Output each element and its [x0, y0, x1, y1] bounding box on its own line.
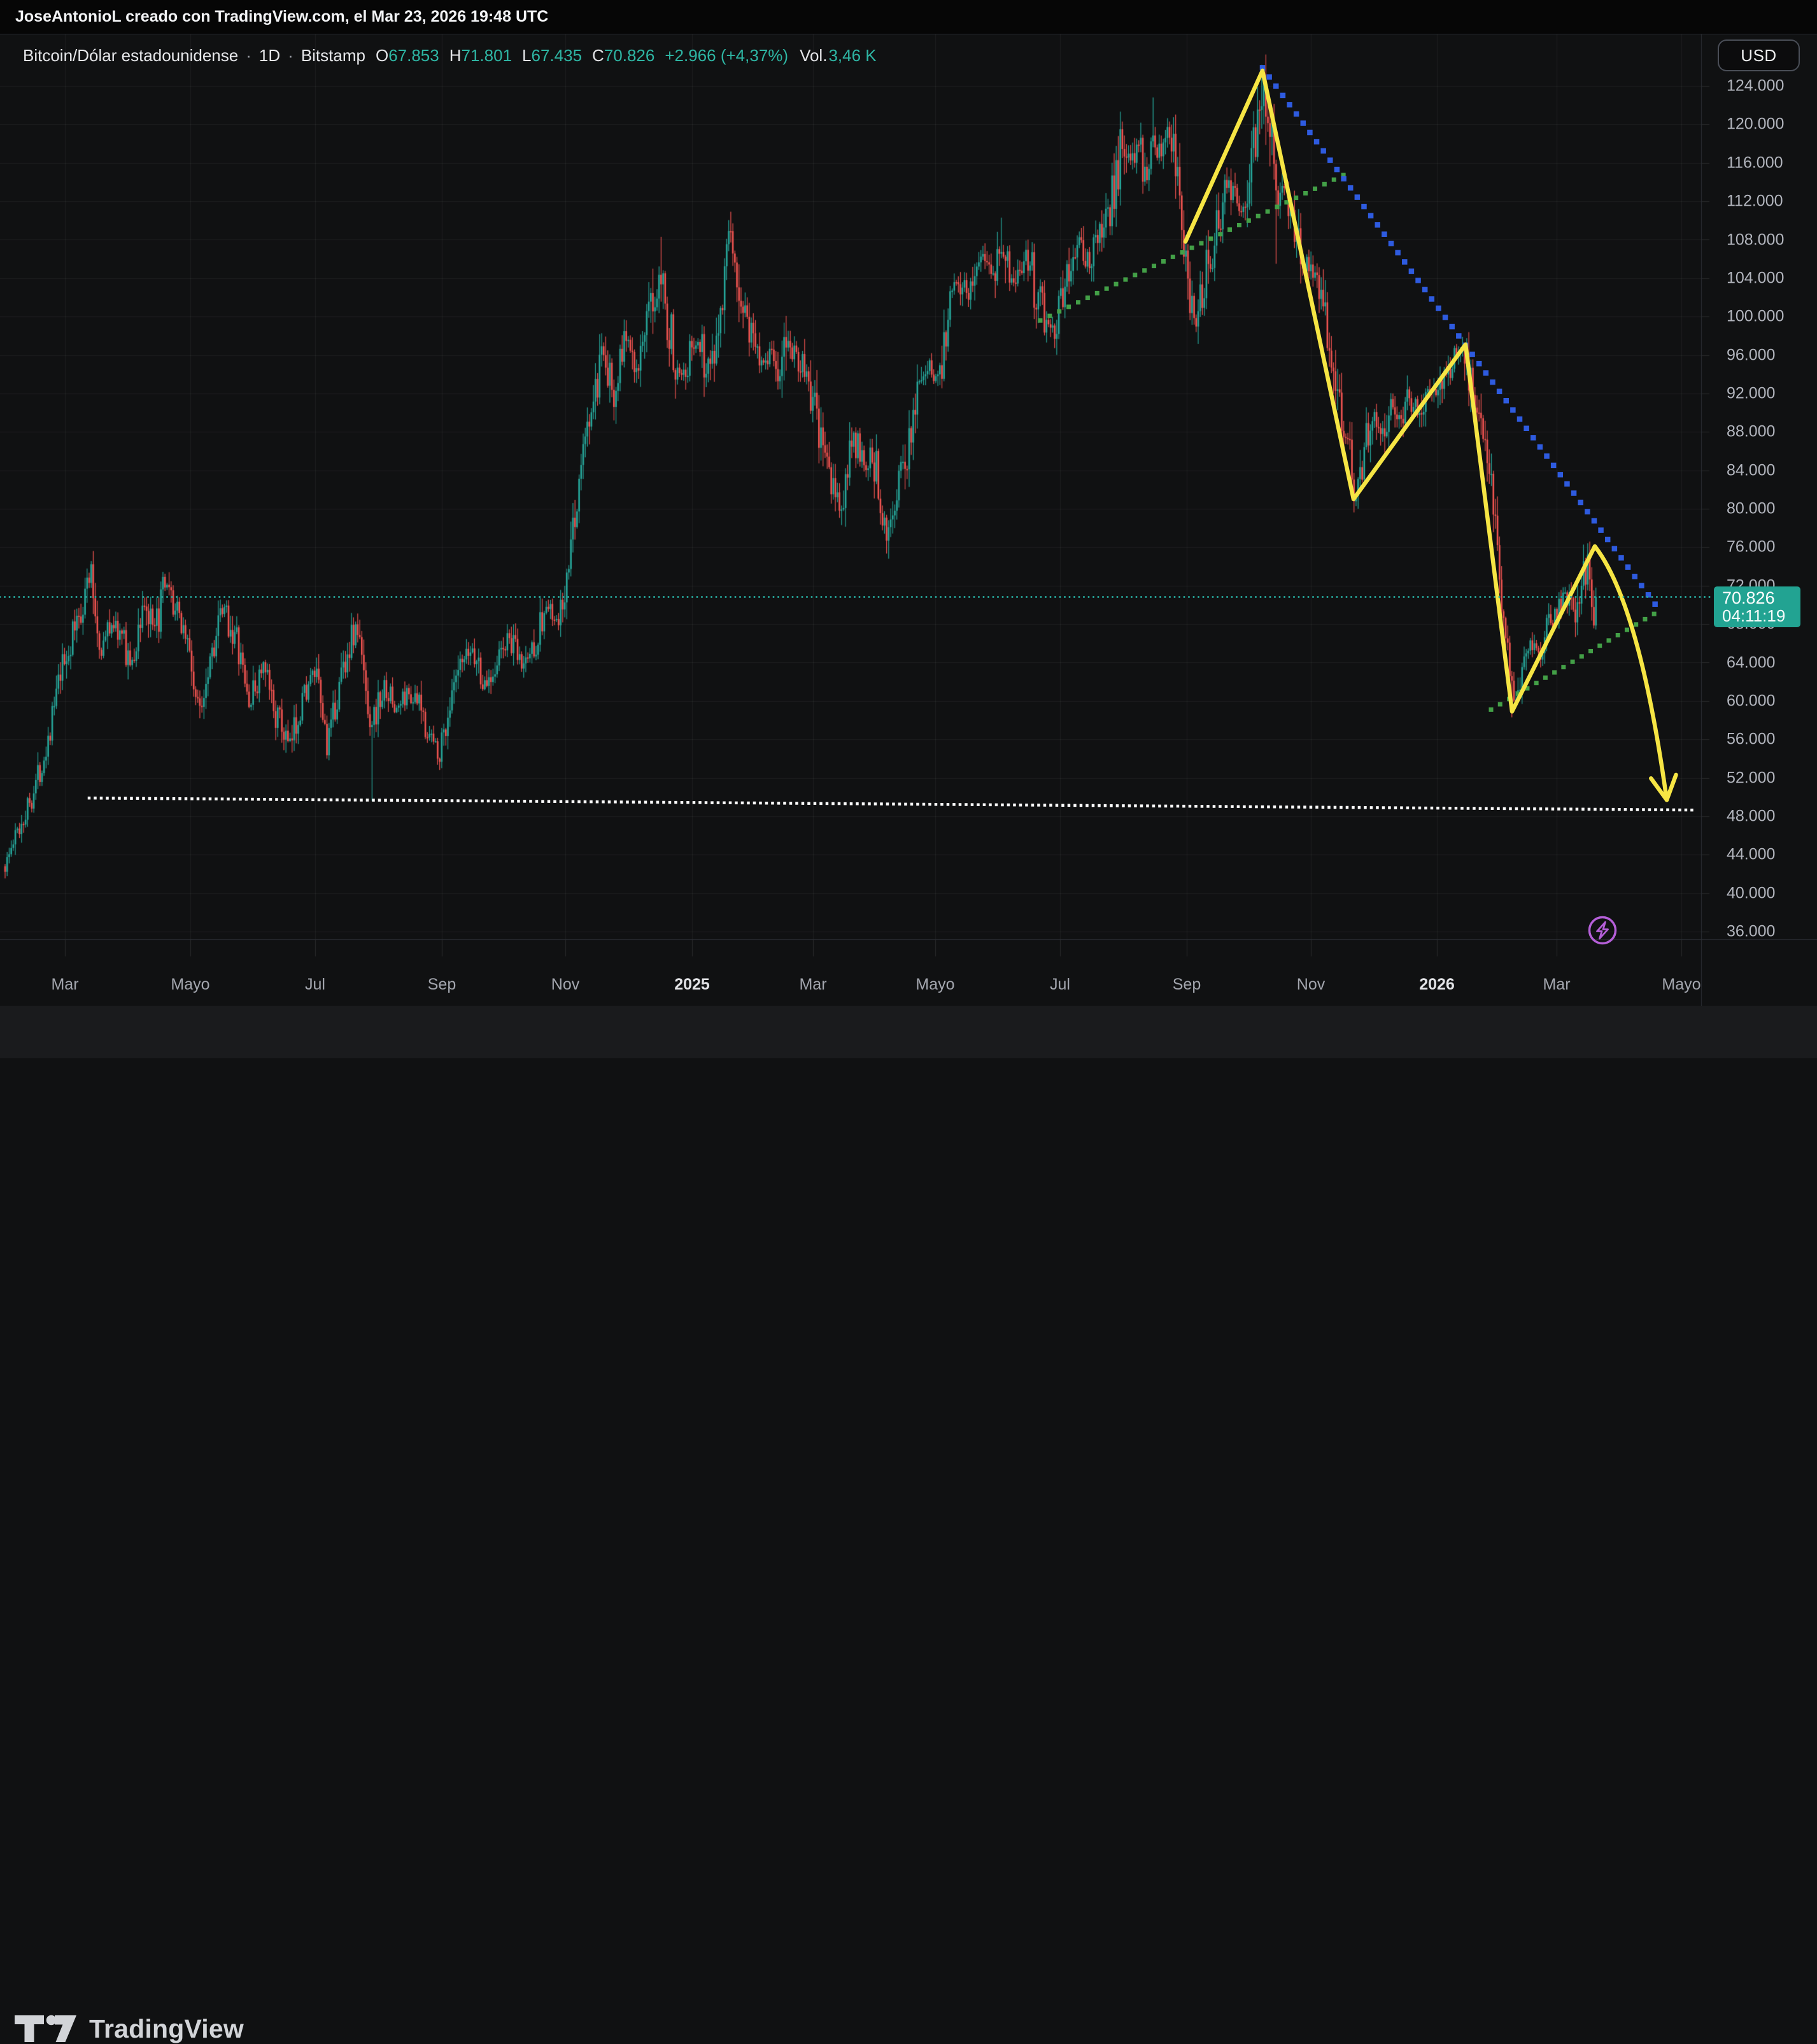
tradingview-logo[interactable]: TradingView	[14, 2014, 244, 2043]
volume-value: 3,46 K	[828, 46, 876, 66]
price-axis-label: 64.000	[1727, 653, 1775, 672]
price-axis-label: 60.000	[1727, 692, 1775, 710]
price-axis-label: 100.000	[1727, 308, 1784, 326]
ohlc-item: L67.435	[522, 46, 582, 65]
time-axis-month-label: Mayo	[916, 976, 954, 994]
price-axis-label: 84.000	[1727, 461, 1775, 479]
time-axis-month-label: Nov	[1297, 976, 1325, 994]
bar-countdown: 04:11:19	[1722, 607, 1800, 625]
ohlc-values: O67.853 H71.801 L67.435 C70.826	[365, 46, 654, 66]
price-axis-label: 108.000	[1727, 231, 1784, 249]
tradingview-chart-window: JoseAntonioL creado con TradingView.com,…	[0, 0, 1817, 1058]
price-axis-label: 56.000	[1727, 730, 1775, 749]
price-axis-label: 40.000	[1727, 884, 1775, 902]
top-strip: JoseAntonioL creado con TradingView.com,…	[0, 0, 1817, 34]
price-axis-label: 36.000	[1727, 923, 1775, 941]
time-axis-month-label: Mar	[799, 976, 826, 994]
time-axis-month-label: Sep	[1173, 976, 1201, 994]
price-axis-label: 48.000	[1727, 807, 1775, 825]
price-axis-label: 104.000	[1727, 269, 1784, 287]
attribution-text: JoseAntonioL creado con TradingView.com,…	[15, 0, 548, 34]
time-axis-month-label: Mar	[51, 976, 78, 994]
volume-label: Vol.	[800, 46, 827, 66]
interval-label[interactable]: 1D	[259, 46, 280, 66]
footer-bar: TradingView	[0, 1006, 1817, 1058]
time-axis-month-label: Mayo	[171, 976, 209, 994]
price-axis-label: 92.000	[1727, 384, 1775, 402]
price-axis-label: 80.000	[1727, 500, 1775, 518]
price-axis-label: 120.000	[1727, 115, 1784, 134]
candlestick-chart-canvas[interactable]	[0, 0, 1817, 1058]
time-axis-month-label: Mar	[1543, 976, 1570, 994]
time-axis-month-label: Mayo	[1662, 976, 1700, 994]
price-axis-label: 44.000	[1727, 846, 1775, 864]
legend-separator: ·	[246, 46, 251, 66]
time-axis-month-label: Sep	[428, 976, 456, 994]
tradingview-logo-text: TradingView	[89, 2014, 244, 2044]
last-price-value: 70.826	[1722, 589, 1800, 607]
time-axis-year-label: 2026	[1419, 976, 1455, 994]
last-price-badge: 70.826 04:11:19	[1714, 586, 1800, 627]
price-axis-label: 124.000	[1727, 77, 1784, 96]
symbol-legend[interactable]: Bitcoin/Dólar estadounidense · 1D · Bits…	[23, 45, 877, 66]
time-axis-month-label: Jul	[305, 976, 325, 994]
price-axis-label: 116.000	[1727, 153, 1783, 172]
time-axis-year-label: 2025	[674, 976, 710, 994]
ohlc-item: H71.801	[449, 46, 512, 65]
legend-separator: ·	[288, 46, 293, 66]
exchange-label[interactable]: Bitstamp	[301, 46, 365, 66]
tradingview-logo-icon	[14, 2014, 79, 2043]
change-value: +2.966 (+4,37%)	[665, 46, 788, 66]
currency-usd-button[interactable]: USD	[1718, 39, 1800, 71]
time-axis-month-label: Nov	[551, 976, 579, 994]
ohlc-item: C70.826	[592, 46, 654, 65]
price-axis-label: 96.000	[1727, 346, 1775, 364]
price-axis-label: 88.000	[1727, 423, 1775, 441]
ohlc-item: O67.853	[376, 46, 439, 65]
price-axis-label: 112.000	[1727, 192, 1783, 211]
price-axis-label: 52.000	[1727, 769, 1775, 787]
symbol-name[interactable]: Bitcoin/Dólar estadounidense	[23, 46, 238, 66]
price-axis-label: 76.000	[1727, 538, 1775, 557]
time-axis-month-label: Jul	[1050, 976, 1070, 994]
